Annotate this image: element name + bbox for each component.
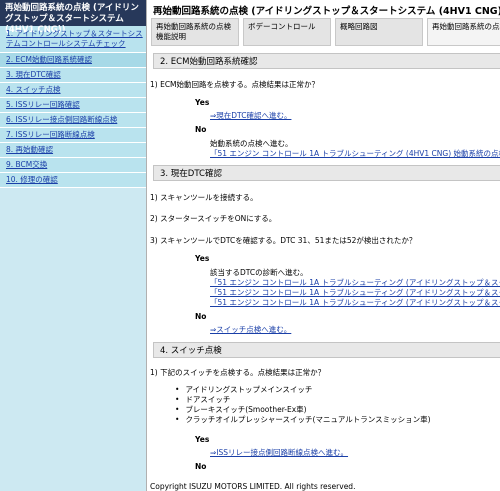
step-text: 1) ECM始動回路を点検する。点検結果は正常か？ [150,80,320,89]
section-heading-ecm: 2. ECM始動回路系統確認 [153,53,500,69]
section-heading-switch: 4. スイッチ点検 [153,342,500,358]
next-step-link[interactable]: ⇒スイッチ点検へ進む。 [210,325,291,335]
page-title: 再始動回路系統の点検 (アイドリングストップ＆スタートシステム (4HV1 CN… [153,6,500,17]
sidebar-title: 再始動回路系統の点検 (アイドリングストップ＆スタートシステム (4HV1 CN… [0,0,146,35]
no-label: No [195,312,207,321]
main-panel: 再始動回路系統の点検 (アイドリングストップ＆スタートシステム (4HV1 CN… [146,0,500,491]
tab-schematic[interactable]: 概略回路図 [335,18,423,46]
sidebar-item-system-check[interactable]: 1. アイドリングストップ＆スタートシステムコントロールシステムチェック [0,26,146,53]
reference-link[interactable]: 「51 エンジン コントロール 1A トラブルシューティング (アイドリングスト… [210,298,500,308]
step-text: 1) スキャンツールを接続する。 [150,193,258,202]
sidebar-item-bcm-replace[interactable]: 9. BCM交換 [0,158,146,173]
next-step-link[interactable]: ⇒ISSリレー接点側回路断線点検へ進む。 [210,448,348,458]
tab-body-control[interactable]: ボデーコントロール [243,18,331,46]
sidebar: 再始動回路系統の点検 (アイドリングストップ＆スタートシステム (4HV1 CN… [0,0,146,491]
sidebar-item-iss-relay-contact-open[interactable]: 6. ISSリレー接点側回路断線点検 [0,113,146,128]
step-text: 3) スキャンツールでDTCを確認する。DTC 31、51または52が検出された… [150,236,417,245]
sidebar-item-repair-confirm[interactable]: 10. 修理の確認 [0,173,146,188]
list-item: クラッチオイルプレッシャースイッチ(マニュアルトランスミッション車) [175,415,430,425]
sidebar-item-restart-check[interactable]: 8. 再始動確認 [0,143,146,158]
sidebar-item-iss-relay-circuit[interactable]: 5. ISSリレー回路確認 [0,98,146,113]
sidebar-item-current-dtc[interactable]: 3. 現在DTC確認 [0,68,146,83]
step-text: 1) 下記のスイッチを点検する。点検結果は正常か？ [150,368,326,377]
no-label: No [195,125,207,134]
sidebar-item-switch-check[interactable]: 4. スイッチ点検 [0,83,146,98]
yes-label: Yes [195,98,210,107]
list-item: ブレーキスイッチ(Smoother-Ex車) [175,405,431,415]
section-heading-dtc: 3. 現在DTC確認 [153,165,500,181]
no-label: No [195,462,207,471]
tab-restart-circuit-check[interactable]: 再始動回路系統の点検 [427,18,500,46]
reference-link[interactable]: 「51 エンジン コントロール 1A トラブルシューティング (4HV1 CNG… [210,149,500,159]
sidebar-item-ecm-start-circuit[interactable]: 2. ECM始動回路系統確認 [0,53,146,68]
yes-label: Yes [195,435,210,444]
list-item: アイドリングストップメインスイッチ [175,385,431,395]
switch-list: アイドリングストップメインスイッチ ドアスイッチ ブレーキスイッチ(Smooth… [175,385,431,425]
tab-function-description[interactable]: 再始動回路系統の点検 機能説明 [151,18,239,46]
reference-link[interactable]: 「51 エンジン コントロール 1A トラブルシューティング (アイドリングスト… [210,288,500,298]
step-text: 2) スタータースイッチをONにする。 [150,214,277,223]
copyright-footer: Copyright ISUZU MOTORS LIMITED. All righ… [147,482,500,491]
next-step-link[interactable]: ⇒現在DTC確認へ進む。 [210,111,291,121]
list-item: ドアスイッチ [175,395,431,405]
sidebar-nav: 1. アイドリングストップ＆スタートシステムコントロールシステムチェック 2. … [0,26,146,188]
reference-link[interactable]: 「51 エンジン コントロール 1A トラブルシューティング (アイドリングスト… [210,278,500,288]
result-text: 該当するDTCの診断へ進む。 [210,268,308,277]
sidebar-item-iss-relay-open[interactable]: 7. ISSリレー回路断線点検 [0,128,146,143]
yes-label: Yes [195,254,210,263]
result-text: 始動系統の点検へ進む。 [210,139,293,148]
content-area: 2. ECM始動回路系統確認 1) ECM始動回路を点検する。点検結果は正常か？… [147,50,500,480]
